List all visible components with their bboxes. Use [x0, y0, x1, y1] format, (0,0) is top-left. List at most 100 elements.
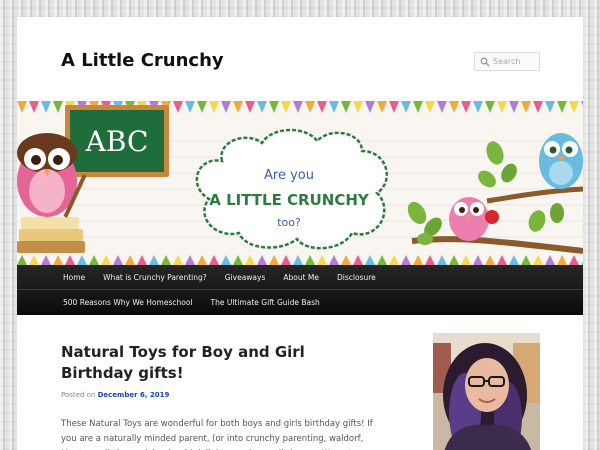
bunting-flag	[497, 101, 507, 113]
bunting-flag	[341, 255, 351, 265]
nav-item-disclosure[interactable]: Disclosure	[328, 265, 385, 290]
bunting-flag	[473, 255, 483, 265]
post-title[interactable]: Natural Toys for Boy and Girl Birthday g…	[61, 342, 361, 384]
page-container: A Little Crunchy ABC	[17, 17, 583, 450]
bunting-flag	[161, 255, 171, 265]
header-banner[interactable]: ABC Are you A LITTLE CRUNCHY too?	[17, 101, 583, 265]
bunting-flag	[293, 255, 303, 265]
bunting-flag	[437, 101, 447, 113]
bunting-flag	[581, 261, 583, 265]
bunting-flag	[17, 101, 27, 113]
bunting-flag	[185, 255, 195, 265]
bunting-flag	[209, 101, 219, 113]
bunting-flag	[437, 255, 447, 265]
bunting-flag	[257, 101, 267, 113]
bunting-flag	[509, 255, 519, 265]
chalkboard-text: ABC	[85, 125, 149, 158]
bunting-bottom	[17, 255, 583, 265]
bunting-flag	[413, 101, 423, 113]
bunting-flag	[233, 255, 243, 265]
bunting-flag	[461, 101, 471, 113]
author-photo[interactable]	[433, 333, 540, 450]
bunting-flag	[269, 101, 279, 113]
bunting-flag	[509, 101, 519, 113]
bunting-flag	[281, 101, 291, 113]
bunting-flag	[209, 255, 219, 265]
post-meta: Posted on December 6, 2019	[61, 391, 169, 399]
bunting-flag	[449, 101, 459, 113]
main-navigation: Home What is Crunchy Parenting? Giveaway…	[17, 265, 583, 315]
chalkboard: ABC	[65, 105, 169, 177]
bunting-flag	[29, 255, 39, 265]
bunting-flag	[329, 255, 339, 265]
bunting-flag	[545, 255, 555, 265]
bunting-flag	[557, 255, 567, 265]
bunting-flag	[53, 101, 63, 113]
bunting-flag	[305, 255, 315, 265]
bunting-flag	[269, 255, 279, 265]
nav-item-500-reasons[interactable]: 500 Reasons Why We Homeschool	[17, 290, 202, 315]
bunting-flag	[65, 255, 75, 265]
bunting-flag	[377, 255, 387, 265]
bunting-flag	[425, 101, 435, 113]
bunting-flag	[149, 255, 159, 265]
post-meta-prefix: Posted on	[61, 391, 96, 399]
bunting-flag	[461, 255, 471, 265]
bunting-flag	[449, 255, 459, 265]
bunting-flag	[185, 101, 195, 113]
post-date-link[interactable]: December 6, 2019	[98, 391, 170, 399]
books	[17, 217, 85, 253]
bunting-flag	[485, 101, 495, 113]
nav-row-primary: Home What is Crunchy Parenting? Giveaway…	[17, 265, 385, 290]
banner-illustration: ABC Are you A LITTLE CRUNCHY too?	[17, 101, 583, 265]
bunting-flag	[413, 255, 423, 265]
bunting-flag	[245, 101, 255, 113]
bunting-flag	[173, 255, 183, 265]
nav-item-home[interactable]: Home	[17, 265, 94, 290]
bunting-flag	[29, 101, 39, 113]
bunting-flag	[521, 255, 531, 265]
bunting-flag	[257, 255, 267, 265]
bunting-flag	[353, 101, 363, 113]
bunting-flag	[353, 255, 363, 265]
bunting-flag	[245, 255, 255, 265]
nav-item-what-is-crunchy-parenting[interactable]: What is Crunchy Parenting?	[94, 265, 216, 290]
bunting-flag	[17, 255, 27, 265]
bunting-flag	[389, 255, 399, 265]
nav-item-giveaways[interactable]: Giveaways	[216, 265, 275, 290]
bunting-flag	[365, 255, 375, 265]
bunting-flag	[401, 255, 411, 265]
search-input[interactable]	[493, 57, 543, 66]
bunting-flag	[581, 101, 583, 106]
bunting-flag	[137, 255, 147, 265]
bunting-flag	[569, 255, 579, 265]
bunting-flag	[401, 101, 411, 113]
bunting-flag	[377, 101, 387, 113]
post-body-text: These Natural Toys are wonderful for bot…	[61, 419, 373, 450]
search-icon	[480, 57, 490, 67]
bunting-flag	[89, 255, 99, 265]
title-cloud: Are you A LITTLE CRUNCHY too?	[195, 128, 388, 250]
site-title[interactable]: A Little Crunchy	[61, 50, 224, 71]
owl-blue	[539, 133, 583, 189]
bunting-flag	[221, 101, 231, 113]
bunting-flag	[365, 101, 375, 113]
bunting-flag	[197, 101, 207, 113]
search-box[interactable]	[474, 52, 543, 71]
bunting-flag	[545, 101, 555, 113]
bunting-flag	[125, 255, 135, 265]
bunting-flag	[197, 255, 207, 265]
bunting-flag	[41, 255, 51, 265]
bunting-flag	[317, 101, 327, 113]
bunting-flag	[425, 255, 435, 265]
bunting-flag	[53, 255, 63, 265]
bunting-flag	[569, 101, 579, 113]
bunting-flag	[533, 255, 543, 265]
bunting-flag	[389, 101, 399, 113]
bunting-flag	[293, 101, 303, 113]
nav-item-about-me[interactable]: About Me	[274, 265, 328, 290]
nav-item-gift-guide-bash[interactable]: The Ultimate Gift Guide Bash	[202, 290, 329, 315]
bunting-flag	[557, 101, 567, 113]
bunting-flag	[281, 255, 291, 265]
post-excerpt: These Natural Toys are wonderful for bot…	[61, 417, 391, 450]
